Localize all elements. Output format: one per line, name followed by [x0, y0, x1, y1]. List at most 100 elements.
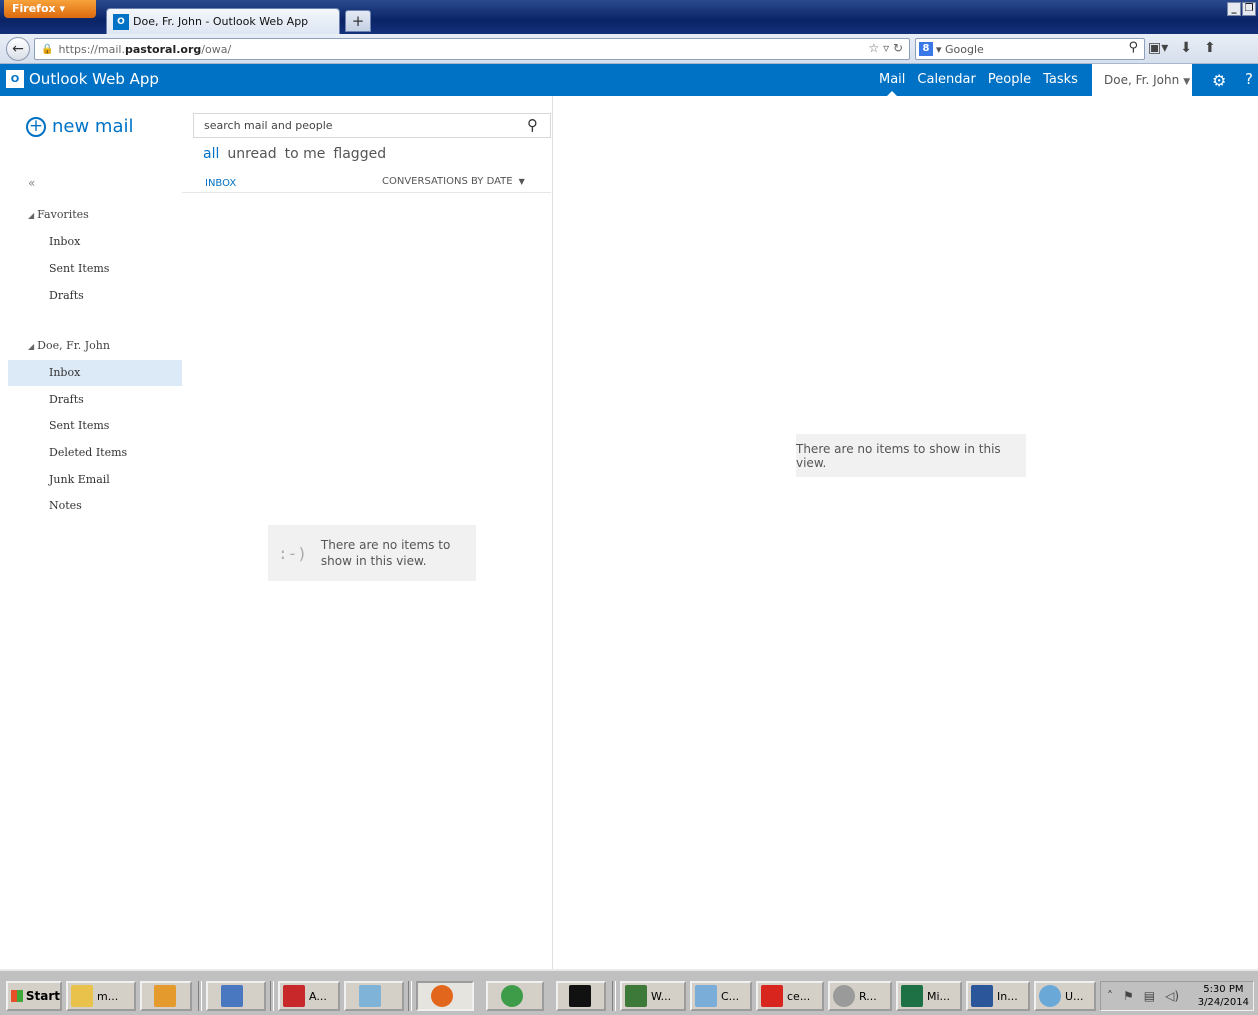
start-button[interactable]: Start — [6, 981, 62, 1011]
browser-titlebar: Firefox ▾ O Doe, Fr. John - Outlook Web … — [0, 0, 1258, 34]
folder-deleted-items[interactable]: Deleted Items — [8, 440, 182, 466]
taskbar-outlook[interactable] — [140, 981, 192, 1011]
folder-junk-email[interactable]: Junk Email — [8, 467, 182, 493]
url-bar[interactable]: 🔒 https://mail.pastoral.org/owa/ ☆ ▿ ↻ — [34, 38, 910, 60]
search-icon[interactable]: ⚲ — [527, 116, 538, 134]
google-icon: 8 — [919, 42, 933, 56]
chevron-up-icon[interactable]: ˄ — [1107, 989, 1113, 1003]
taskbar-notes[interactable] — [344, 981, 404, 1011]
windows-logo-icon — [11, 990, 23, 1002]
taskbar-calculator[interactable]: C... — [690, 981, 752, 1011]
filter-to-me[interactable]: to me — [285, 146, 326, 162]
favorite-sent-items[interactable]: Sent Items — [8, 256, 182, 282]
clock[interactable]: 5:30 PM 3/24/2014 — [1198, 983, 1249, 1009]
taskbar-pdf[interactable]: ce... — [756, 981, 824, 1011]
owa-header: O Outlook Web App Mail Calendar People T… — [0, 64, 1258, 96]
reading-pane: There are no items to show in this view. — [553, 96, 1258, 969]
app-name: Outlook Web App — [29, 70, 159, 88]
firefox-icon — [431, 985, 453, 1007]
taskbar-network[interactable] — [206, 981, 266, 1011]
taskbar-app-a[interactable]: A... — [278, 981, 340, 1011]
restore-button[interactable]: ❐ — [1242, 2, 1256, 16]
favorite-inbox[interactable]: Inbox — [8, 229, 182, 255]
folder-inbox[interactable]: Inbox — [8, 360, 182, 386]
browser-navbar: ← 🔒 https://mail.pastoral.org/owa/ ☆ ▿ ↻… — [0, 34, 1258, 64]
current-folder-label: INBOX — [205, 178, 237, 189]
system-tray: ˄ ⚑ ▤ ◁) 5:30 PM 3/24/2014 — [1100, 981, 1254, 1011]
filter-all[interactable]: all — [203, 146, 219, 162]
new-tab-button[interactable]: + — [345, 10, 371, 32]
collapse-pane-button[interactable]: « — [28, 176, 35, 190]
empty-reading-notice: There are no items to show in this view. — [796, 434, 1026, 477]
folder-icon — [71, 985, 93, 1007]
pdf-icon — [761, 985, 783, 1007]
new-mail-button[interactable]: + new mail — [26, 116, 134, 137]
taskbar-separator — [270, 981, 274, 1011]
monitor-icon — [625, 985, 647, 1007]
folder-notes[interactable]: Notes — [8, 493, 182, 519]
toolbar-icons: ▣▾ ⬇ ⬆ — [1148, 40, 1216, 56]
home-icon[interactable]: ⬆ — [1204, 40, 1216, 56]
download-icon[interactable]: ⬇ — [1180, 40, 1192, 56]
browser-tab[interactable]: O Doe, Fr. John - Outlook Web App — [106, 8, 340, 34]
gear-icon[interactable]: ⚙ — [1212, 71, 1226, 90]
empty-list-message: There are no items to show in this view. — [320, 538, 451, 568]
taskbar-separator — [612, 981, 616, 1011]
terminal-icon — [569, 985, 591, 1007]
taskbar-excel[interactable]: Mi... — [896, 981, 962, 1011]
back-button[interactable]: ← — [6, 37, 30, 61]
network-tray-icon[interactable]: ▤ — [1144, 989, 1155, 1003]
volume-icon[interactable]: ◁) — [1165, 989, 1179, 1003]
action-center-icon[interactable]: ⚑ — [1123, 989, 1134, 1003]
filter-flagged[interactable]: flagged — [333, 146, 386, 162]
taskbar-app-r[interactable]: R... — [828, 981, 892, 1011]
chevron-down-icon: ▼ — [1183, 77, 1191, 87]
tab-title: Doe, Fr. John - Outlook Web App — [133, 15, 309, 28]
message-list-pane: search mail and people ⚲ all unread to m… — [182, 96, 553, 969]
folder-sent-items[interactable]: Sent Items — [8, 413, 182, 439]
account-header[interactable]: ◢ Doe, Fr. John — [28, 339, 110, 352]
taskbar-separator — [198, 981, 202, 1011]
taskbar-firefox[interactable] — [416, 981, 474, 1011]
nav-tasks[interactable]: Tasks — [1043, 64, 1078, 96]
bookmark-star-icon[interactable]: ☆ ▿ ↻ — [869, 41, 903, 55]
folder-pane: + new mail « ◢ Favorites Inbox Sent Items… — [0, 96, 182, 969]
taskbar-paint[interactable]: U... — [1034, 981, 1096, 1011]
message-list: :-) There are no items to show in this v… — [182, 192, 551, 969]
lock-icon: 🔒 — [41, 43, 54, 55]
firefox-menu-button[interactable]: Firefox ▾ — [4, 0, 96, 18]
paint-icon — [1039, 985, 1061, 1007]
taskbar-chrome[interactable] — [486, 981, 544, 1011]
window-controls: _ ❐ — [1227, 2, 1256, 16]
plus-circle-icon: + — [26, 116, 46, 137]
search-icon[interactable]: ⚲ — [1128, 40, 1138, 55]
nav-calendar[interactable]: Calendar — [917, 64, 975, 96]
favorites-header[interactable]: ◢ Favorites — [28, 208, 89, 221]
nav-people[interactable]: People — [988, 64, 1031, 96]
taskbar-cmd[interactable] — [556, 981, 606, 1011]
taskbar-explorer[interactable]: m... — [66, 981, 136, 1011]
taskbar-app-w[interactable]: W... — [620, 981, 686, 1011]
taskbar-separator — [408, 981, 412, 1011]
favorite-drafts[interactable]: Drafts — [8, 283, 182, 309]
filter-unread[interactable]: unread — [227, 146, 276, 162]
chevron-down-icon: ▼ — [518, 177, 525, 186]
help-icon[interactable]: ? — [1245, 70, 1253, 88]
browser-search-bar[interactable]: 8 ▾ Google ⚲ — [915, 38, 1145, 60]
nav-mail[interactable]: Mail — [879, 64, 905, 96]
owa-logo[interactable]: O Outlook Web App — [6, 70, 159, 88]
chrome-icon — [501, 985, 523, 1007]
search-input[interactable]: search mail and people ⚲ — [193, 113, 551, 138]
taskbar-word[interactable]: In... — [966, 981, 1030, 1011]
user-menu[interactable]: Doe, Fr. John ▼ — [1092, 64, 1192, 96]
expand-triangle-icon: ◢ — [28, 342, 35, 351]
folder-drafts[interactable]: Drafts — [8, 387, 182, 413]
bookmarks-icon[interactable]: ▣▾ — [1148, 40, 1168, 56]
word-icon — [971, 985, 993, 1007]
sort-dropdown[interactable]: CONVERSATIONS BY DATE ▼ — [382, 176, 525, 187]
owa-nav: Mail Calendar People Tasks — [873, 64, 1084, 96]
minimize-button[interactable]: _ — [1227, 2, 1241, 16]
taskbar: Start m... A... W... C... ce... R... Mi.… — [0, 969, 1258, 1015]
network-icon — [221, 985, 243, 1007]
user-name: Doe, Fr. John — [1104, 73, 1180, 87]
